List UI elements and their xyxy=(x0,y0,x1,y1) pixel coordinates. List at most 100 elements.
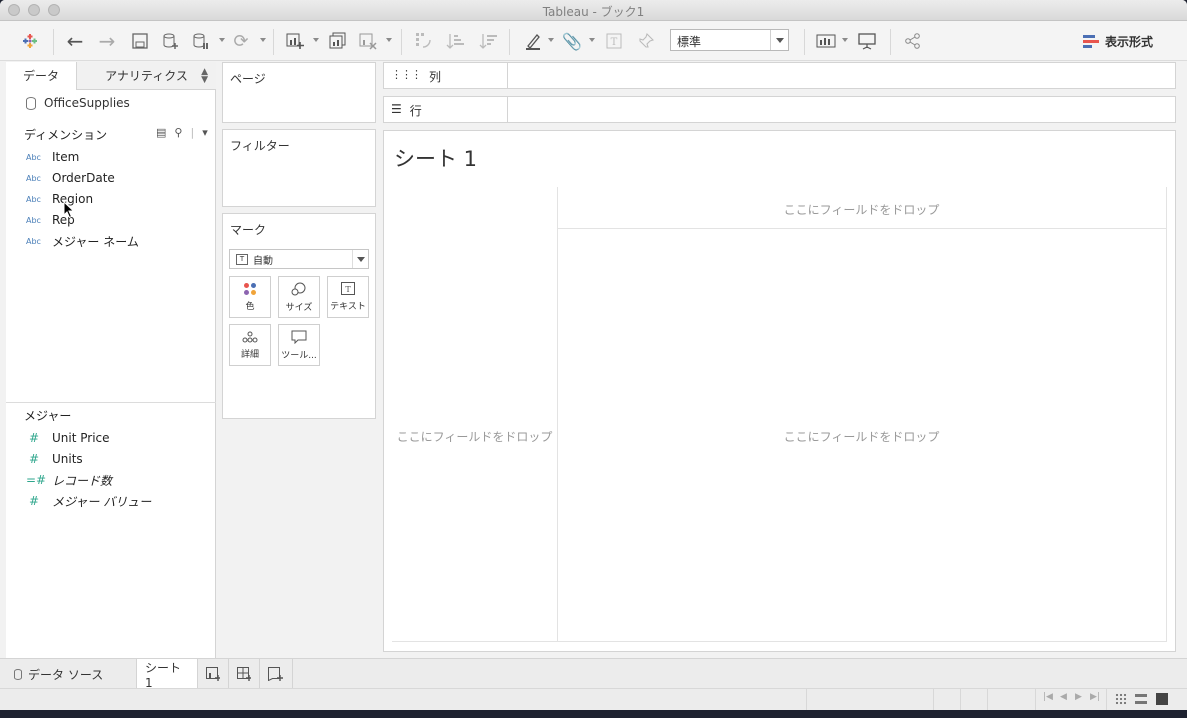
new-story-tab-button[interactable] xyxy=(260,659,293,689)
list-view-icon[interactable]: ▤ xyxy=(156,126,166,139)
dimensions-header: ディメンション xyxy=(24,128,108,142)
color-button[interactable]: 色 xyxy=(229,276,271,318)
data-pane: データ アナリティクス ▲ ▼ OfficeSupplies ディメンション ▤ … xyxy=(6,62,216,658)
sheet-tab-1[interactable]: シート 1 xyxy=(137,659,198,690)
columns-shelf[interactable]: ⋮⋮⋮ 列 xyxy=(383,62,1176,89)
sheet-title[interactable]: シート 1 xyxy=(394,143,477,173)
datasource-tab[interactable]: データ ソース xyxy=(6,659,137,689)
measure-field[interactable]: # Units xyxy=(26,450,83,468)
measure-field[interactable]: # Unit Price xyxy=(26,429,110,447)
last-page-icon[interactable]: ▶| xyxy=(1090,692,1100,702)
text-mark-icon: T xyxy=(236,253,248,265)
new-worksheet-icon[interactable] xyxy=(284,30,306,52)
show-me-label: 表示形式 xyxy=(1105,35,1154,49)
status-separator xyxy=(1106,689,1107,711)
show-me-button[interactable]: 表示形式 xyxy=(1083,33,1153,50)
next-page-icon[interactable]: ▶ xyxy=(1075,692,1082,702)
group-caret[interactable] xyxy=(589,38,595,42)
chevron-down-icon xyxy=(352,250,368,268)
dimension-field[interactable]: Abc OrderDate xyxy=(26,169,115,187)
label-button[interactable]: T テキスト xyxy=(327,276,369,318)
clear-sheet-caret[interactable] xyxy=(386,38,392,42)
mark-type-dropdown[interactable]: T 自動 xyxy=(229,249,369,269)
share-icon[interactable] xyxy=(902,30,924,52)
size-button[interactable]: サイズ xyxy=(278,276,320,318)
field-label: OrderDate xyxy=(52,171,115,185)
measure-field[interactable]: # メジャー バリュー xyxy=(26,492,151,510)
datasource-name: OfficeSupplies xyxy=(44,96,130,110)
toolbar: ← → ⟳ 📎 T 標準 表示形式 xyxy=(0,21,1187,61)
sort-descending-icon[interactable] xyxy=(477,30,499,52)
single-view-icon[interactable] xyxy=(1156,693,1168,705)
toolbar-separator xyxy=(401,29,402,55)
dimension-field[interactable]: Abc Item xyxy=(26,148,79,166)
pause-datasource-icon[interactable] xyxy=(190,30,212,52)
highlight-icon[interactable] xyxy=(522,30,544,52)
datasource-item[interactable]: OfficeSupplies xyxy=(26,96,130,110)
text-box-icon: T xyxy=(341,282,355,295)
forward-arrow-icon[interactable]: → xyxy=(96,29,118,53)
drop-zone-rows[interactable]: ここにフィールドをドロップ xyxy=(392,428,557,445)
card-visibility-caret[interactable] xyxy=(842,38,848,42)
fit-dropdown[interactable]: 標準 xyxy=(670,29,789,51)
new-datasource-icon[interactable] xyxy=(160,30,182,52)
up-down-arrows-icon: ▲ ▼ xyxy=(201,67,208,85)
highlight-caret[interactable] xyxy=(548,38,554,42)
pin-icon[interactable] xyxy=(635,30,657,52)
rows-shelf-label: ☰ 行 xyxy=(384,97,508,122)
clear-sheet-icon[interactable] xyxy=(357,30,379,52)
worksheet-view: シート 1 ここにフィールドをドロップ ここにフィールドをドロップ ここにフィー… xyxy=(383,130,1176,652)
columns-shelf-label: ⋮⋮⋮ 列 xyxy=(384,63,508,88)
group-paperclip-icon[interactable]: 📎 xyxy=(561,30,583,52)
show-me-icon xyxy=(1083,35,1099,48)
color-label: 色 xyxy=(245,301,255,312)
pages-card[interactable]: ページ xyxy=(222,62,376,123)
filmstrip-view-icon[interactable] xyxy=(1135,694,1147,704)
pause-dropdown-caret[interactable] xyxy=(219,38,225,42)
number-type-icon: # xyxy=(29,494,40,508)
status-bar: |◀ ◀ ▶ ▶| xyxy=(0,688,1187,711)
chevron-down-icon[interactable]: ▾ xyxy=(202,126,208,139)
drop-zone-columns[interactable]: ここにフィールドをドロップ xyxy=(557,201,1166,218)
dimension-field[interactable]: Abc メジャー ネーム xyxy=(26,232,139,250)
filters-card[interactable]: フィルター xyxy=(222,129,376,207)
new-worksheet-icon xyxy=(206,667,220,681)
new-worksheet-caret[interactable] xyxy=(313,38,319,42)
refresh-icon[interactable]: ⟳ xyxy=(230,30,252,52)
drop-zone-view[interactable]: ここにフィールドをドロップ xyxy=(557,428,1166,445)
swap-rows-columns-icon[interactable] xyxy=(413,30,435,52)
sort-ascending-icon[interactable] xyxy=(444,30,466,52)
grid-view-icon[interactable] xyxy=(1115,693,1127,705)
status-separator xyxy=(1035,689,1036,711)
tab-data[interactable]: データ xyxy=(6,62,76,90)
toolbar-separator xyxy=(509,29,510,55)
tab-analytics[interactable]: アナリティクス ▲ ▼ xyxy=(76,62,216,90)
card-visibility-icon[interactable] xyxy=(815,30,837,52)
presentation-mode-icon[interactable] xyxy=(856,30,878,52)
dimensions-tools: ▤ ⚲ | ▾ xyxy=(156,126,208,139)
back-arrow-icon[interactable]: ← xyxy=(64,29,86,53)
columns-icon: ⋮⋮⋮ xyxy=(391,68,422,81)
status-separator xyxy=(960,689,961,711)
header-divider xyxy=(557,228,1166,229)
previous-page-icon[interactable]: ◀ xyxy=(1060,692,1067,702)
new-dashboard-icon xyxy=(237,667,251,681)
refresh-dropdown-caret[interactable] xyxy=(260,38,266,42)
datasource-tab-label: データ ソース xyxy=(28,667,104,682)
measure-field[interactable]: =# レコード数 xyxy=(26,471,112,489)
new-worksheet-tab-button[interactable] xyxy=(198,659,229,689)
save-icon[interactable] xyxy=(129,30,151,52)
pane-divider xyxy=(6,402,216,403)
search-icon[interactable]: ⚲ xyxy=(174,126,182,139)
rows-shelf[interactable]: ☰ 行 xyxy=(383,96,1176,123)
show-labels-icon[interactable]: T xyxy=(603,30,625,52)
detail-label: 詳細 xyxy=(240,349,259,360)
duplicate-sheet-icon[interactable] xyxy=(327,30,349,52)
detail-button[interactable]: 詳細 xyxy=(229,324,271,366)
dimension-field[interactable]: Abc Region xyxy=(26,190,93,208)
new-dashboard-tab-button[interactable] xyxy=(229,659,260,689)
first-page-icon[interactable]: |◀ xyxy=(1043,692,1053,702)
detail-dots-icon xyxy=(242,331,258,342)
tooltip-button[interactable]: ツール... xyxy=(278,324,320,366)
tableau-logo-icon[interactable] xyxy=(19,30,41,52)
